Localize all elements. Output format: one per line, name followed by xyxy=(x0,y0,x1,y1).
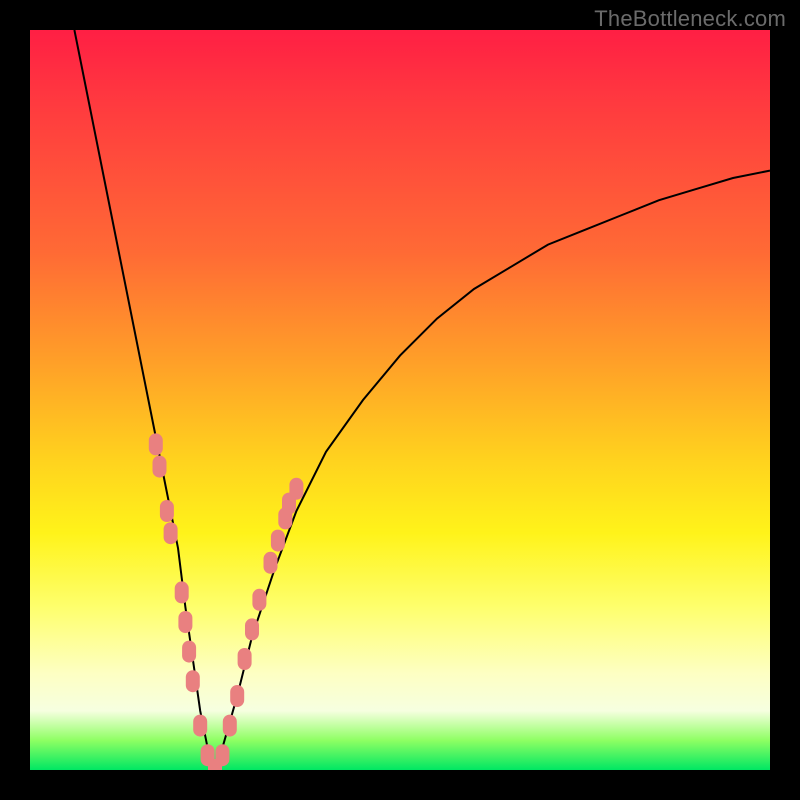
marker xyxy=(282,493,296,515)
marker xyxy=(164,522,178,544)
marker xyxy=(201,744,215,766)
marker xyxy=(153,456,167,478)
watermark-text: TheBottleneck.com xyxy=(594,6,786,32)
marker xyxy=(245,618,259,640)
highlighted-markers xyxy=(149,433,304,770)
marker xyxy=(208,759,222,770)
marker xyxy=(215,744,229,766)
marker xyxy=(271,530,285,552)
chart-plot-area xyxy=(30,30,770,770)
marker xyxy=(264,552,278,574)
marker xyxy=(175,581,189,603)
bottleneck-curve xyxy=(74,30,770,770)
chart-frame: TheBottleneck.com xyxy=(0,0,800,800)
marker xyxy=(160,500,174,522)
marker xyxy=(182,641,196,663)
marker xyxy=(223,715,237,737)
marker xyxy=(186,670,200,692)
marker xyxy=(149,433,163,455)
marker xyxy=(238,648,252,670)
marker xyxy=(252,589,266,611)
marker xyxy=(193,715,207,737)
marker xyxy=(289,478,303,500)
marker xyxy=(230,685,244,707)
chart-svg xyxy=(30,30,770,770)
marker xyxy=(178,611,192,633)
curve-path-group xyxy=(74,30,770,770)
marker xyxy=(278,507,292,529)
